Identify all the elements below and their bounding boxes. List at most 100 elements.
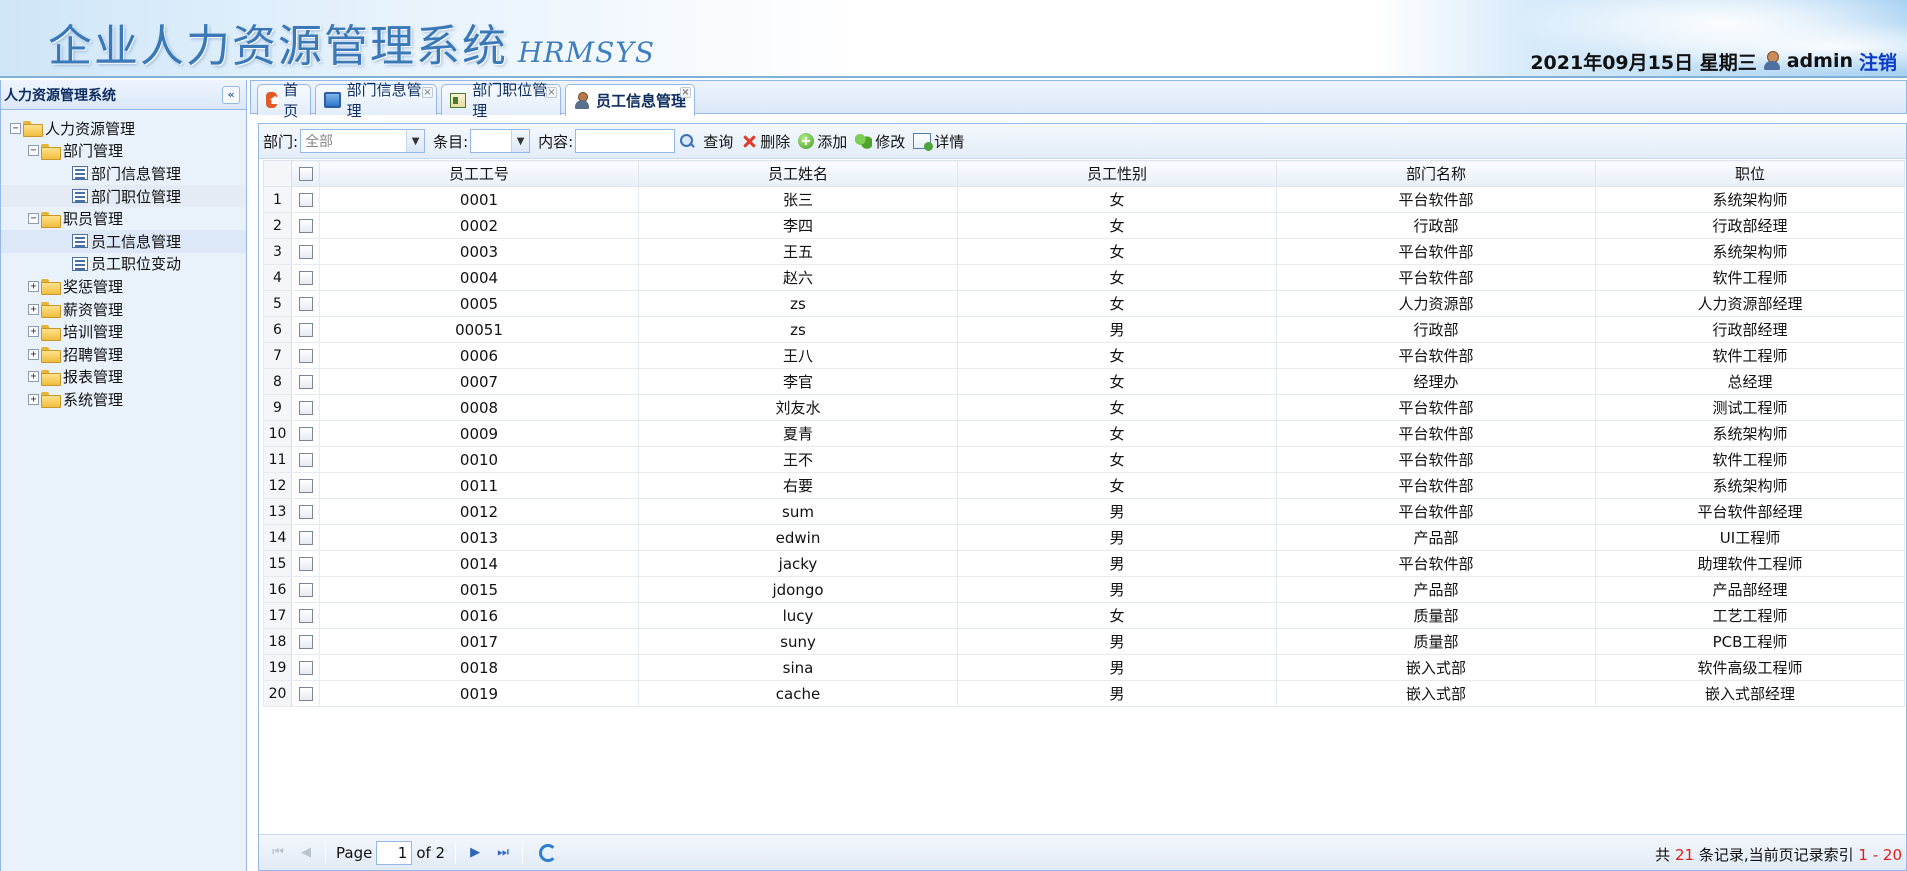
column-header[interactable]: 员工性别 [957, 160, 1277, 187]
table-row[interactable]: 8 0007 李官女经理办 总经理 [263, 368, 1905, 395]
table-row[interactable]: 11 0010 王不女平台软件部 软件工程师 [263, 446, 1905, 473]
expand-icon[interactable]: + [28, 393, 39, 405]
expand-icon[interactable]: + [28, 280, 39, 292]
tree-node[interactable]: 部门信息管理 [1, 162, 246, 185]
chevron-down-icon[interactable]: ▼ [511, 130, 530, 152]
page-number-input[interactable]: 1 [376, 840, 413, 865]
table-row[interactable]: 6 00051 zs 男行政部 行政部经理 [263, 316, 1905, 343]
logout-link[interactable]: 注销 [1859, 48, 1897, 75]
tree-node[interactable]: 部门职位管理 [1, 184, 246, 208]
row-checkbox[interactable] [298, 479, 313, 493]
tab-2[interactable]: 部门职位管理 × [441, 81, 561, 120]
column-header[interactable]: 职位 [1595, 160, 1905, 187]
row-checkbox[interactable] [298, 505, 313, 519]
tree-node[interactable]: − 人力资源管理 [1, 117, 246, 140]
column-header[interactable]: 部门名称 [1276, 160, 1596, 187]
row-checkbox[interactable] [298, 531, 313, 545]
table-row[interactable]: 20 0019 cache 男嵌入式部 嵌入式部经理 [263, 680, 1905, 707]
close-icon[interactable]: × [546, 87, 557, 98]
collapse-sidebar-button[interactable]: « [222, 85, 240, 104]
row-checkbox[interactable] [298, 453, 313, 467]
tree-node[interactable]: 员工职位变动 [1, 253, 246, 276]
tree-node[interactable]: + 招聘管理 [1, 343, 246, 366]
row-checkbox[interactable] [298, 219, 313, 233]
row-checkbox[interactable] [298, 557, 313, 571]
table-row[interactable]: 17 0016 lucy 女质量部 工艺工程师 [263, 602, 1905, 629]
table-row[interactable]: 5 0005 zs 女人力资源部 人力资源部经理 [263, 290, 1905, 317]
table-row[interactable]: 16 0015 jdongo 男产品部 产品部经理 [263, 576, 1905, 603]
collapse-icon[interactable]: − [10, 122, 21, 134]
table-row[interactable]: 14 0013 edwin 男产品部 UI工程师 [263, 524, 1905, 551]
row-checkbox[interactable] [298, 297, 313, 311]
dept-select[interactable]: 全部 ▼ [300, 129, 426, 153]
item-label: 条目: [433, 132, 469, 151]
table-row[interactable]: 7 0006 王八女平台软件部 软件工程师 [263, 342, 1905, 369]
tree-node[interactable]: + 系统管理 [1, 388, 246, 411]
tree-node[interactable]: + 报表管理 [1, 366, 246, 389]
table-row[interactable]: 10 0009 夏青女平台软件部 系统架构师 [263, 420, 1905, 447]
select-all-checkbox[interactable] [298, 167, 313, 181]
table-row[interactable]: 19 0018 sina 男嵌入式部 软件高级工程师 [263, 654, 1905, 681]
table-row[interactable]: 3 0003 王五女平台软件部 系统架构师 [263, 238, 1905, 265]
expand-icon[interactable]: + [28, 371, 39, 383]
add-button[interactable]: 添加 [798, 131, 847, 152]
row-checkbox[interactable] [298, 583, 313, 597]
collapse-icon[interactable]: − [28, 213, 39, 225]
prev-page-icon[interactable]: ◀ [297, 844, 315, 862]
row-select-cell [291, 602, 320, 629]
expand-icon[interactable]: + [28, 303, 39, 315]
table-cell: suny [638, 628, 958, 655]
table-row[interactable]: 1 0001 张三女平台软件部 系统架构师 [263, 186, 1905, 213]
table-row[interactable]: 18 0017 suny 男质量部 PCB工程师 [263, 628, 1905, 655]
tab-0[interactable]: 首页 [257, 81, 311, 120]
first-page-icon[interactable]: ⏮ [269, 844, 287, 862]
row-checkbox[interactable] [298, 609, 313, 623]
column-header[interactable]: 员工工号 [319, 160, 639, 187]
table-row[interactable]: 9 0008 刘友水女平台软件部 测试工程师 [263, 394, 1905, 421]
row-checkbox[interactable] [298, 401, 313, 415]
table-row[interactable]: 2 0002 李四女行政部 行政部经理 [263, 212, 1905, 239]
rownum-header [263, 160, 292, 187]
tab-1[interactable]: 部门信息管理 × [315, 81, 437, 120]
table-row[interactable]: 13 0012 sum 男平台软件部 平台软件部经理 [263, 498, 1905, 525]
chevron-down-icon[interactable]: ▼ [406, 130, 425, 152]
tab-3[interactable]: 员工信息管理 × [565, 84, 695, 116]
card-icon [450, 92, 467, 108]
tree-node[interactable]: − 职员管理 [1, 207, 246, 230]
row-checkbox[interactable] [298, 661, 313, 675]
item-select[interactable]: ▼ [470, 129, 531, 153]
row-checkbox[interactable] [298, 245, 313, 259]
row-checkbox[interactable] [298, 323, 313, 337]
expand-icon[interactable]: + [28, 348, 39, 360]
row-checkbox[interactable] [298, 427, 313, 441]
refresh-icon[interactable] [539, 843, 558, 862]
search-button[interactable]: 查询 [679, 131, 733, 152]
tree-node[interactable]: 员工信息管理 [1, 229, 246, 253]
tree-node[interactable]: + 奖惩管理 [1, 275, 246, 298]
content-input[interactable] [575, 129, 676, 153]
row-checkbox[interactable] [298, 349, 313, 363]
table-row[interactable]: 12 0011 右要女平台软件部 系统架构师 [263, 472, 1905, 499]
table-row[interactable]: 4 0004 赵六女平台软件部 软件工程师 [263, 264, 1905, 291]
collapse-icon[interactable]: − [28, 145, 39, 157]
column-header[interactable]: 员工姓名 [638, 160, 958, 187]
tree-node[interactable]: + 培训管理 [1, 320, 246, 343]
next-page-icon[interactable]: ▶ [466, 844, 484, 862]
nav-tree: − 人力资源管理 − 部门管理 部门信息管理 部门职位管理 − 职员管理 员工信息管理 员工职位变… [1, 110, 246, 411]
close-icon[interactable]: × [680, 87, 691, 98]
table-row[interactable]: 15 0014 jacky 男平台软件部 助理软件工程师 [263, 550, 1905, 577]
tree-node[interactable]: + 薪资管理 [1, 298, 246, 321]
row-checkbox[interactable] [298, 271, 313, 285]
row-checkbox[interactable] [298, 193, 313, 207]
last-page-icon[interactable]: ⏭ [494, 844, 512, 862]
row-select-cell [291, 212, 320, 239]
row-checkbox[interactable] [298, 687, 313, 701]
expand-icon[interactable]: + [28, 326, 39, 338]
edit-button[interactable]: 修改 [855, 131, 905, 152]
row-checkbox[interactable] [298, 635, 313, 649]
row-checkbox[interactable] [298, 375, 313, 389]
delete-button[interactable]: 删除 [741, 131, 790, 152]
detail-button[interactable]: 详情 [913, 131, 964, 152]
close-icon[interactable]: × [422, 87, 433, 98]
tree-node[interactable]: − 部门管理 [1, 140, 246, 163]
